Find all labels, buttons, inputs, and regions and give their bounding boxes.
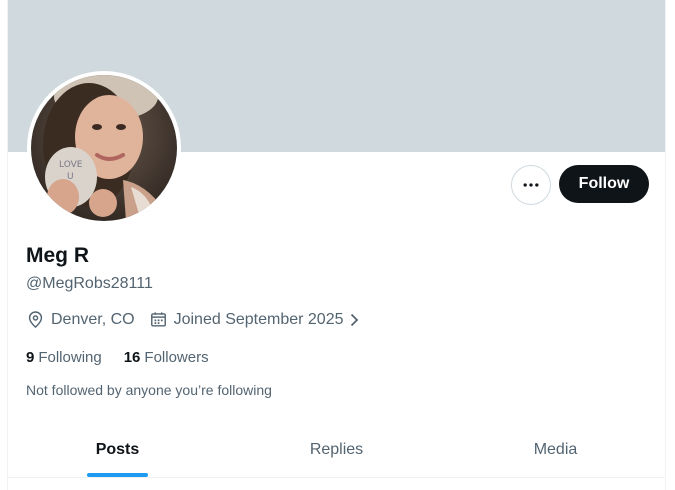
- location-item: Denver, CO: [26, 310, 135, 329]
- location-text: Denver, CO: [51, 310, 135, 328]
- chevron-right-icon: [346, 312, 362, 328]
- following-count: 9: [26, 349, 35, 366]
- tab-label: Replies: [309, 440, 364, 458]
- profile-page: LOVE U Follow Meg R @MegRobs28111 Denver…: [7, 0, 666, 490]
- profile-meta: Denver, CO Joined September 2025: [26, 310, 376, 329]
- tab-label: Media: [533, 440, 578, 458]
- tab-posts[interactable]: Posts: [8, 422, 227, 477]
- joined-text: Joined September 2025: [173, 310, 344, 328]
- following-label: Following: [38, 349, 102, 366]
- profile-photo-image: LOVE U: [31, 75, 177, 221]
- followers-link[interactable]: 16 Followers: [124, 349, 209, 366]
- location-pin-icon: [26, 310, 45, 329]
- profile-stats: 9 Following 16 Followers: [26, 349, 231, 366]
- joined-item[interactable]: Joined September 2025: [149, 310, 362, 329]
- followed-by-note: Not followed by anyone you’re following: [26, 382, 272, 398]
- tab-label: Posts: [95, 440, 140, 458]
- calendar-icon: [149, 310, 168, 329]
- followers-label: Followers: [144, 349, 209, 366]
- profile-tabs: Posts Replies Media: [8, 422, 665, 478]
- followers-count: 16: [123, 349, 141, 366]
- more-options-button[interactable]: [511, 165, 551, 205]
- svg-text:LOVE: LOVE: [59, 160, 83, 170]
- profile-handle: @MegRobs28111: [26, 275, 153, 292]
- ellipsis-icon: [523, 183, 539, 187]
- following-link[interactable]: 9 Following: [26, 349, 102, 366]
- avatar[interactable]: LOVE U: [27, 71, 181, 225]
- profile-name: Meg R: [26, 244, 89, 267]
- tab-media[interactable]: Media: [446, 422, 665, 477]
- active-tab-indicator: [87, 473, 148, 477]
- tab-replies[interactable]: Replies: [227, 422, 446, 477]
- follow-button[interactable]: Follow: [559, 165, 649, 203]
